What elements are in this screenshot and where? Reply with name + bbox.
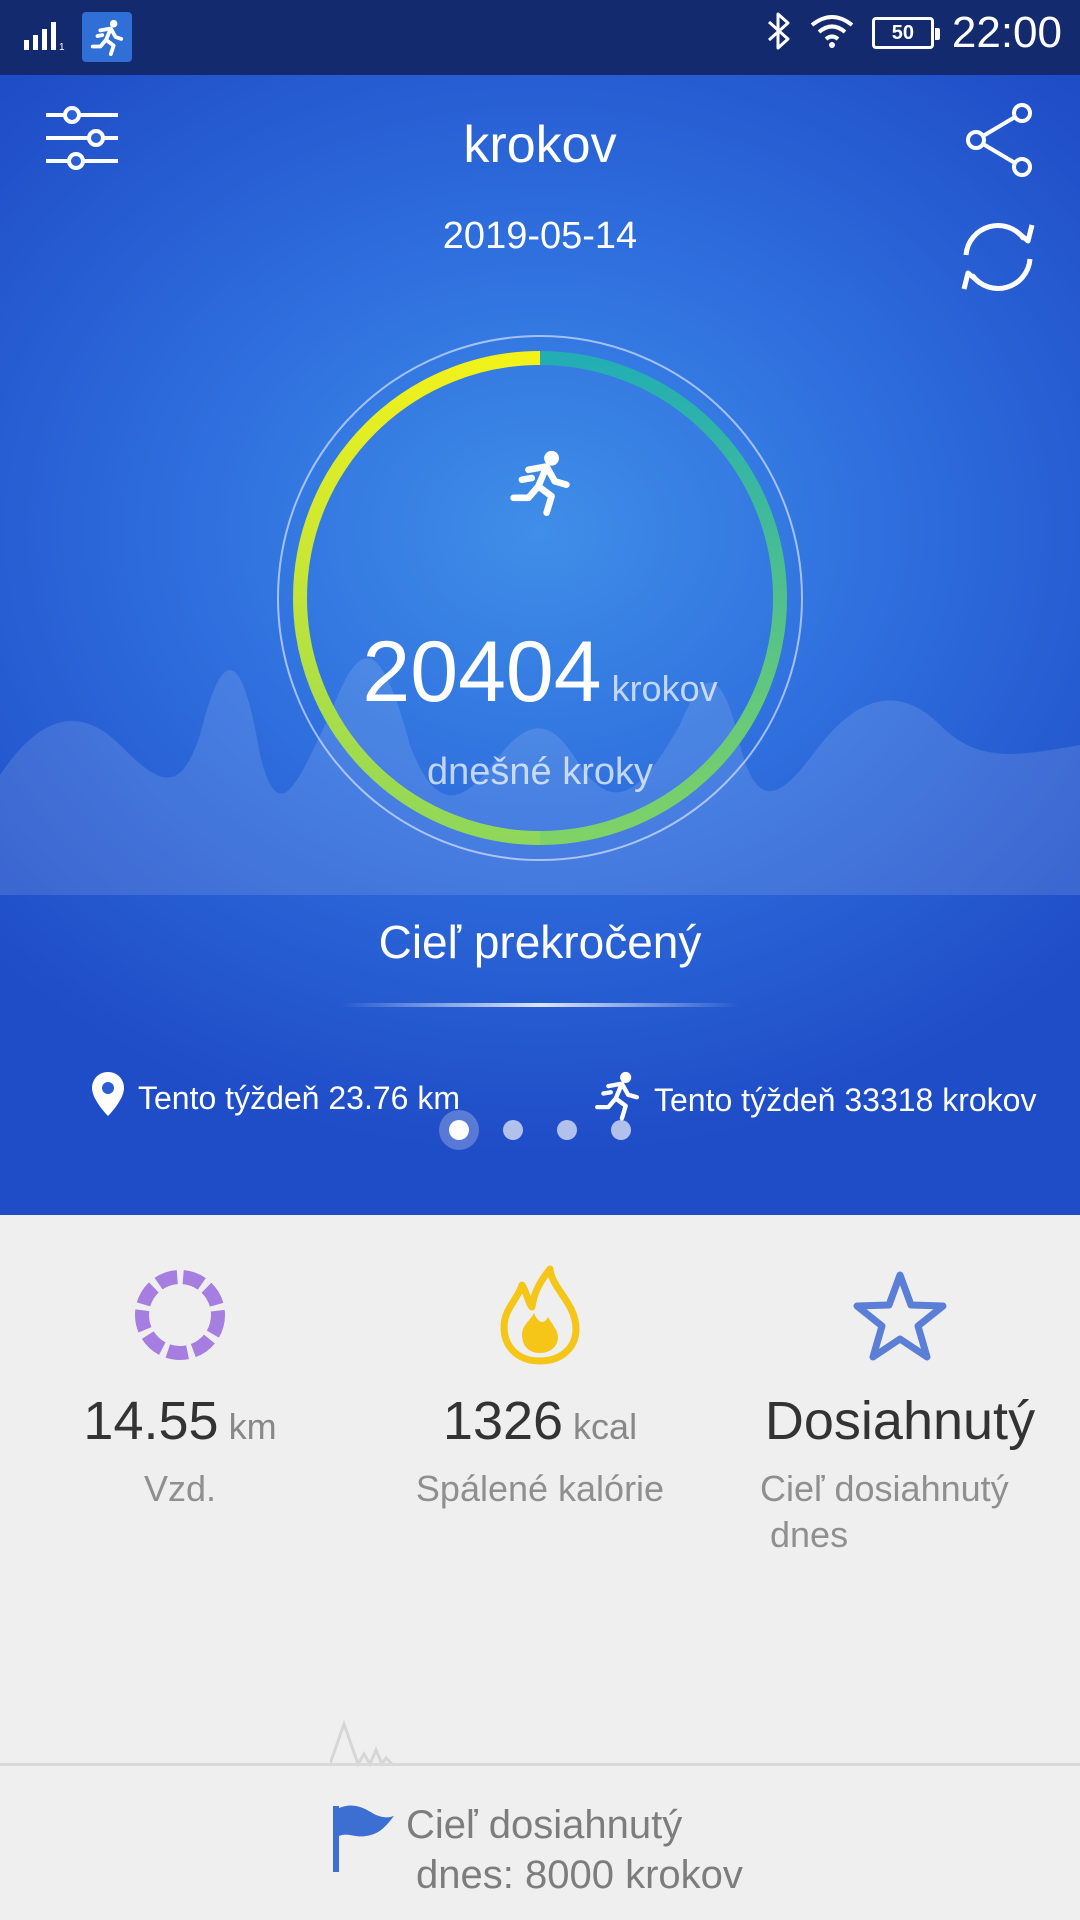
stat-calories[interactable]: 1326 kcal Spálené kalórie <box>360 1260 720 1512</box>
page-dot-3[interactable] <box>557 1120 577 1140</box>
week-distance-text: Tento týždeň 23.76 km <box>138 1079 460 1116</box>
steps-unit: krokov <box>611 668 718 709</box>
goal-status: Cieľ prekročený <box>378 916 702 968</box>
divider <box>340 1003 740 1007</box>
calories-value: 1326 <box>442 1391 564 1451</box>
flame-icon <box>360 1260 720 1370</box>
location-pin-icon <box>90 1070 126 1126</box>
runner-icon <box>507 448 573 523</box>
calories-unit: kcal <box>573 1406 638 1447</box>
week-steps-text: Tento týždeň 33318 krokov <box>654 1081 1037 1118</box>
goal-label: Cieľ dosiahnutý dnes <box>720 1466 1080 1558</box>
star-icon <box>720 1260 1080 1370</box>
battery-level: 50 <box>891 21 915 44</box>
flag-icon <box>330 1800 396 1879</box>
selected-date[interactable]: 2019-05-14 <box>0 215 1080 258</box>
steps-hero: krokov 2019-05-14 20404 krokov dnešné kr… <box>0 75 1080 1215</box>
goal-value: Dosiahnutý <box>764 1391 1036 1451</box>
sync-icon[interactable] <box>952 217 1044 297</box>
app-runner-icon <box>82 12 132 62</box>
page-title: krokov <box>463 116 617 174</box>
distance-label: Vzd. <box>143 1468 217 1509</box>
goal-label-line1: Cieľ dosiahnutý <box>760 1468 1009 1509</box>
daily-goal[interactable]: Cieľ dosiahnutý dnes: 8000 krokov <box>330 1800 743 1900</box>
calories-label: Spálené kalórie <box>415 1468 665 1509</box>
steps-count: 20404 <box>362 624 602 720</box>
daily-goal-line1: Cieľ dosiahnutý <box>406 1803 683 1847</box>
distance-unit: km <box>228 1406 277 1447</box>
daily-goal-line2: dnes: 8000 krokov <box>416 1853 743 1897</box>
steps-readout: 20404 krokov dnešné kroky <box>275 333 805 863</box>
week-distance: Tento týždeň 23.76 km <box>90 1070 460 1126</box>
footer-divider <box>0 1763 1080 1766</box>
steps-label: dnešné kroky <box>426 751 653 793</box>
stat-distance[interactable]: 14.55 km Vzd. <box>0 1260 360 1512</box>
page-dot-2[interactable] <box>503 1120 523 1140</box>
bluetooth-icon <box>766 11 792 56</box>
page-dot-1[interactable] <box>449 1120 469 1140</box>
clock: 22:00 <box>951 8 1062 57</box>
wifi-icon <box>810 13 854 54</box>
battery-indicator: 50 <box>871 17 940 49</box>
page-indicator[interactable] <box>0 1120 1080 1140</box>
share-icon[interactable] <box>964 103 1034 177</box>
page-dot-4[interactable] <box>611 1120 631 1140</box>
stat-goal[interactable]: Dosiahnutý Cieľ dosiahnutý dnes <box>720 1260 1080 1558</box>
distance-value: 14.55 <box>83 1391 219 1451</box>
distance-ring-icon <box>0 1260 360 1370</box>
status-bar: 1 50 22:00 <box>0 0 1080 75</box>
goal-label-line2: dnes <box>770 1514 849 1555</box>
signal-icon: 1 <box>24 20 68 55</box>
footer-spike <box>330 1720 394 1768</box>
svg-text:1: 1 <box>59 42 65 50</box>
